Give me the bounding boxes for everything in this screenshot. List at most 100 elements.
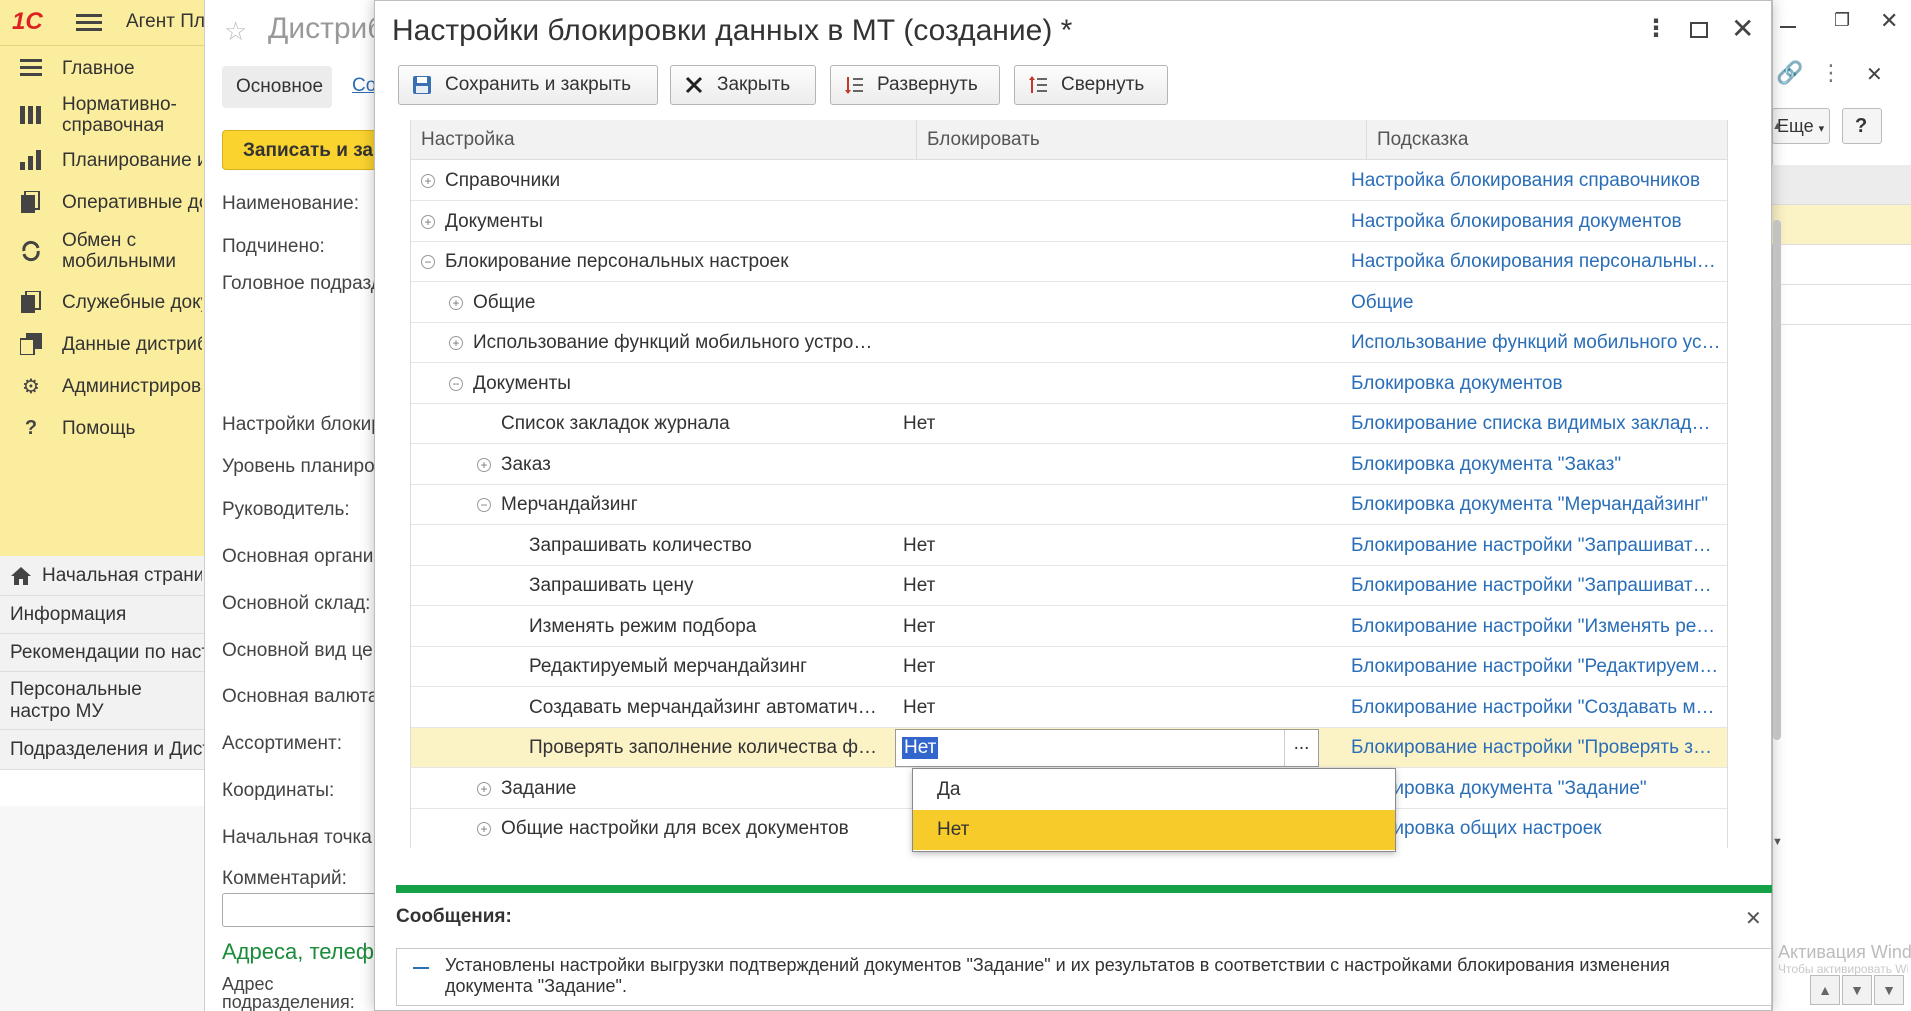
hint-link[interactable]: Блокировка общих настроек — [1351, 809, 1721, 848]
scroll-end-icon[interactable]: ▼ — [1874, 975, 1904, 1005]
scrollbar-thumb[interactable] — [1773, 220, 1781, 740]
table-row[interactable]: Изменять режим подбора Нет Блокирование на… — [411, 607, 1727, 647]
maximize-icon[interactable] — [1690, 22, 1708, 38]
sidebar-item-operations[interactable]: Оперативные до — [0, 182, 204, 222]
hint-link[interactable]: Блокирование настройки "Проверять заполн… — [1351, 728, 1721, 768]
table-row[interactable]: Список закладок журнала Нет Блокирование с… — [411, 404, 1727, 444]
list-row[interactable] — [1772, 205, 1911, 245]
open-item-personal-settings[interactable]: Персональные настро МУ — [0, 672, 204, 730]
table-row[interactable]: Запрашивать цену Нет Блокирование настройк… — [411, 566, 1727, 606]
star-icon[interactable]: ☆ — [224, 16, 247, 47]
hint-link[interactable]: Блокировка документа "Задание" — [1351, 769, 1721, 809]
table-row[interactable]: Запрашивать количество Нет Блокирование на… — [411, 526, 1727, 566]
help-button[interactable]: ? — [1842, 108, 1882, 144]
close-button[interactable]: Закрыть — [670, 65, 816, 105]
collapse-tree-icon[interactable]: − — [477, 498, 491, 512]
scroll-down-icon[interactable]: ▼ — [1842, 975, 1872, 1005]
open-item-departments[interactable]: Подразделения и Дист — [0, 730, 204, 770]
expand-tree-icon[interactable]: + — [449, 295, 463, 310]
close-icon[interactable]: ✕ — [1866, 62, 1883, 87]
hint-link[interactable]: Блокирование настройки "Создавать мерчан… — [1351, 688, 1721, 728]
table-row[interactable]: + Справочники Настройка блокирования справ… — [411, 161, 1727, 201]
block-value-input[interactable]: Нет... — [895, 729, 1319, 767]
collapse-tree-icon[interactable]: − — [449, 376, 463, 391]
sidebar-item-distributor-data[interactable]: Данные дистриб — [0, 324, 204, 364]
comment-input[interactable] — [222, 893, 382, 927]
messages-close-icon[interactable]: ✕ — [1745, 906, 1762, 931]
list-row[interactable] — [1772, 285, 1911, 325]
select-button[interactable]: ... — [1284, 730, 1318, 766]
sidebar-item-main[interactable]: Главное — [0, 48, 204, 88]
hint-link[interactable]: Блокирование настройки "Запрашивать цену… — [1351, 566, 1721, 606]
column-header-hint[interactable]: Подсказка — [1367, 120, 1727, 160]
hint-link[interactable]: Блокирование настройки "Изменять режим п… — [1351, 607, 1721, 647]
hint-link[interactable]: Блокировка документа "Мерчандайзинг" — [1351, 485, 1721, 525]
hint-link[interactable]: Настройка блокирования персональных наст… — [1351, 242, 1721, 282]
table-row[interactable]: Проверять заполнение количества фактов Не… — [411, 728, 1727, 768]
scroll-up-icon[interactable]: ▲ — [1772, 120, 1783, 132]
expand-tree-icon[interactable]: + — [449, 336, 463, 350]
start-page-item[interactable]: Начальная страни — [0, 556, 204, 596]
scroll-up-icon[interactable]: ▲ — [1810, 975, 1840, 1005]
block-value[interactable]: Нет — [903, 566, 935, 606]
dropdown-option-no[interactable]: Нет — [913, 810, 1395, 850]
scroll-down-icon[interactable]: ▼ — [1772, 836, 1783, 848]
table-row[interactable]: Редактируемый мерчандайзинг Нет Блокирован… — [411, 647, 1727, 687]
window-close-icon[interactable]: ✕ — [1880, 8, 1898, 34]
list-row[interactable] — [1772, 245, 1911, 285]
collapse-tree-icon[interactable]: − — [421, 255, 435, 269]
open-item-info[interactable]: Информация — [0, 596, 204, 634]
expand-tree-icon[interactable]: + — [477, 781, 491, 796]
expand-tree-icon[interactable]: + — [421, 214, 435, 229]
sidebar-item-admin[interactable]: ⚙ Администрирова — [0, 366, 204, 406]
save-and-close-button[interactable]: Сохранить и закрыть — [398, 65, 658, 105]
block-value[interactable]: Нет — [903, 404, 935, 444]
dialog-close-icon[interactable]: ✕ — [1731, 12, 1754, 45]
hint-link[interactable]: Общие — [1351, 283, 1721, 323]
table-row[interactable]: + Использование функций мобильного устрой… — [411, 323, 1727, 363]
hint-link[interactable]: Использование функций мобильного устройс… — [1351, 323, 1721, 363]
collapse-button[interactable]: Свернуть — [1014, 65, 1168, 105]
message-text[interactable]: Установлены настройки выгрузки подтвержд… — [445, 955, 1755, 997]
hint-link[interactable]: Блокировка документов — [1351, 364, 1721, 404]
restore-icon[interactable]: ❐ — [1834, 10, 1850, 31]
sidebar-item-reference[interactable]: Нормативно-справочная информация — [0, 90, 204, 140]
tab-main[interactable]: Основное — [222, 66, 332, 108]
table-row[interactable]: Создавать мерчандайзинг автоматически Нет… — [411, 688, 1727, 728]
sidebar-item-exchange[interactable]: Обмен с мобильными устройствами — [0, 226, 204, 276]
hint-link[interactable]: Настройка блокирования справочников — [1351, 161, 1721, 201]
expand-tree-icon[interactable]: + — [421, 174, 435, 188]
hint-link[interactable]: Блокирование настройки "Редактируемый ме… — [1351, 647, 1721, 687]
column-header-setting[interactable]: Настройка — [411, 120, 917, 160]
table-row[interactable]: − Блокирование персональных настроек Настр… — [411, 242, 1727, 282]
block-value[interactable]: Нет — [903, 688, 935, 728]
block-value[interactable]: Нет — [903, 526, 935, 566]
sidebar-item-service-docs[interactable]: Служебные доку — [0, 282, 204, 322]
expand-tree-icon[interactable]: + — [477, 457, 491, 472]
more-icon[interactable]: ⋮ — [1644, 14, 1668, 43]
minimize-icon[interactable] — [1778, 12, 1798, 32]
table-row[interactable]: + Документы Настройка блокирования докумен… — [411, 202, 1727, 242]
hamburger-menu-icon[interactable] — [76, 10, 102, 36]
more-icon[interactable]: ⋮ — [1820, 60, 1842, 86]
sidebar-item-help[interactable]: ? Помощь — [0, 408, 204, 448]
hint-link[interactable]: Блокировка документа "Заказ" — [1351, 445, 1721, 485]
expand-tree-icon[interactable]: + — [477, 822, 491, 836]
expand-button[interactable]: Развернуть — [830, 65, 1000, 105]
dropdown-option-yes[interactable]: Да — [913, 770, 1395, 810]
table-scrollbar[interactable]: ▲ ▼ — [1770, 120, 1784, 848]
hint-link[interactable]: Настройка блокирования документов — [1351, 202, 1721, 242]
hint-link[interactable]: Блокирование списка видимых закладок жур… — [1351, 404, 1721, 444]
open-item-recommendations[interactable]: Рекомендации по наст — [0, 634, 204, 672]
table-row[interactable]: + Общие Общие — [411, 283, 1727, 323]
write-and-close-button[interactable]: Записать и за — [222, 130, 382, 170]
link-icon[interactable]: 🔗 — [1776, 60, 1803, 86]
table-row[interactable]: − Мерчандайзинг Блокировка документа "Мерч… — [411, 485, 1727, 525]
sidebar-item-planning[interactable]: Планирование и — [0, 140, 204, 180]
block-value[interactable]: Нет — [903, 607, 935, 647]
table-row[interactable]: + Заказ Блокировка документа "Заказ" — [411, 445, 1727, 485]
hint-link[interactable]: Блокирование настройки "Запрашивать коли… — [1351, 526, 1721, 566]
column-header-block[interactable]: Блокировать — [917, 120, 1367, 160]
table-row[interactable]: − Документы Блокировка документов — [411, 364, 1727, 404]
block-value[interactable]: Нет — [903, 647, 935, 687]
